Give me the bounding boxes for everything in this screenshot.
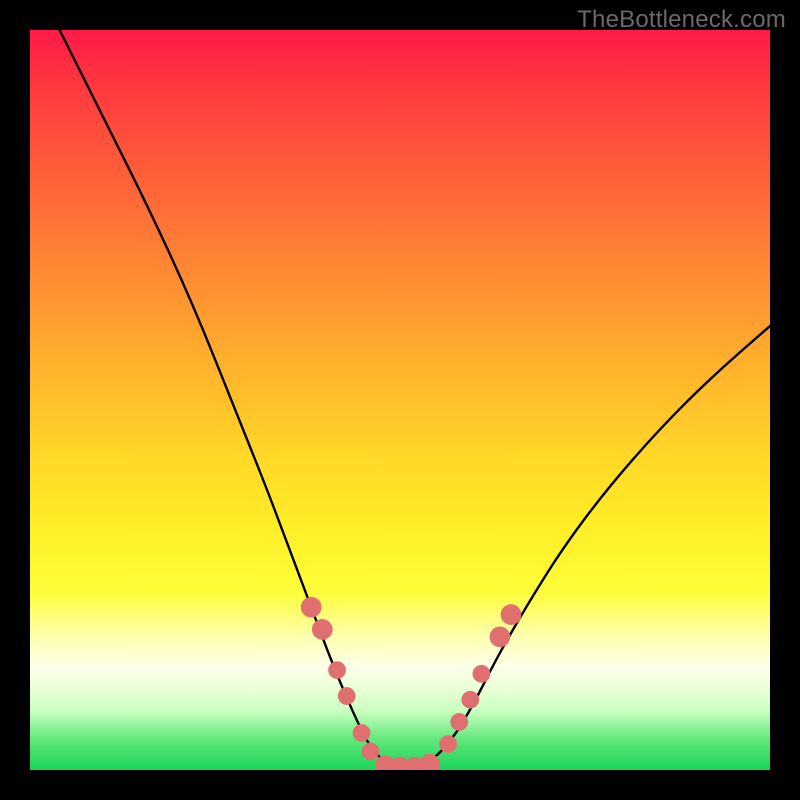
gradient-plot-area <box>30 30 770 770</box>
data-marker <box>338 687 356 705</box>
data-marker <box>501 604 522 625</box>
data-marker <box>461 691 479 709</box>
data-marker <box>362 743 380 761</box>
marker-group <box>301 597 522 770</box>
data-marker <box>473 665 491 683</box>
data-marker <box>312 619 333 640</box>
data-marker <box>490 626 511 647</box>
curve-svg <box>30 30 770 770</box>
data-marker <box>328 661 346 679</box>
data-marker <box>301 597 322 618</box>
data-marker <box>450 713 468 731</box>
data-marker <box>439 735 457 753</box>
bottleneck-curve <box>60 30 770 770</box>
data-marker <box>353 724 371 742</box>
chart-frame: TheBottleneck.com <box>0 0 800 800</box>
